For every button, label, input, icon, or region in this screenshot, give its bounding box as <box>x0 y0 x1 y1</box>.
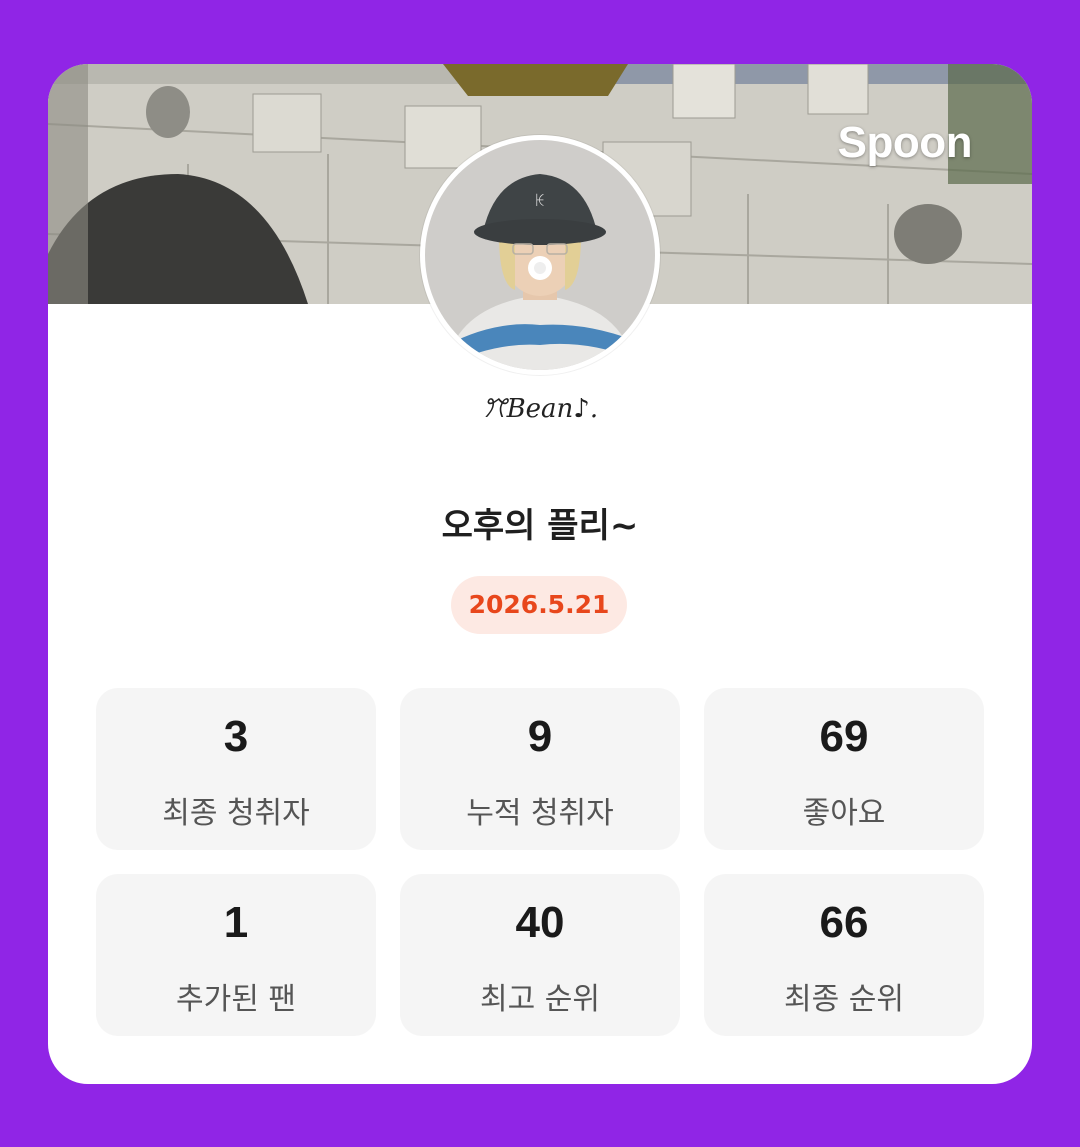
stat-total-listeners: 9 누적 청취자 <box>400 688 680 850</box>
stat-final-listeners: 3 최종 청취자 <box>96 688 376 850</box>
stat-value: 66 <box>819 898 869 947</box>
live-summary-card: Spoon ꀘ ꔫBean♪. 오후의 플리~ 2026.5.21 3 최종 청… <box>48 64 1032 1084</box>
user-nickname: ꔫBean♪. <box>481 394 599 424</box>
stat-new-fans: 1 추가된 팬 <box>96 874 376 1036</box>
brand-logo: Spoon <box>837 118 973 167</box>
stat-label: 최고 순위 <box>480 982 600 1017</box>
stat-label: 누적 청취자 <box>466 796 614 831</box>
avatar[interactable]: ꀘ <box>420 135 660 375</box>
stats-grid: 3 최종 청취자 9 누적 청취자 69 좋아요 1 추가된 팬 40 최고 순… <box>96 688 984 1036</box>
stat-value: 40 <box>515 898 565 947</box>
stat-label: 추가된 팬 <box>176 982 296 1017</box>
stat-label: 최종 순위 <box>784 982 904 1017</box>
stat-value: 9 <box>527 712 553 761</box>
stat-likes: 69 좋아요 <box>704 688 984 850</box>
stat-value: 69 <box>819 712 869 761</box>
stat-final-rank: 66 최종 순위 <box>704 874 984 1036</box>
stat-value: 1 <box>223 898 249 947</box>
stat-best-rank: 40 최고 순위 <box>400 874 680 1036</box>
stat-value: 3 <box>223 712 249 761</box>
stat-label: 좋아요 <box>802 796 886 831</box>
svg-text:ꀘ: ꀘ <box>535 193 546 210</box>
stat-label: 최종 청취자 <box>162 796 310 831</box>
live-title: 오후의 플리~ <box>441 506 639 546</box>
date-badge: 2026.5.21 <box>451 576 627 634</box>
avatar-image: ꀘ <box>425 140 655 370</box>
